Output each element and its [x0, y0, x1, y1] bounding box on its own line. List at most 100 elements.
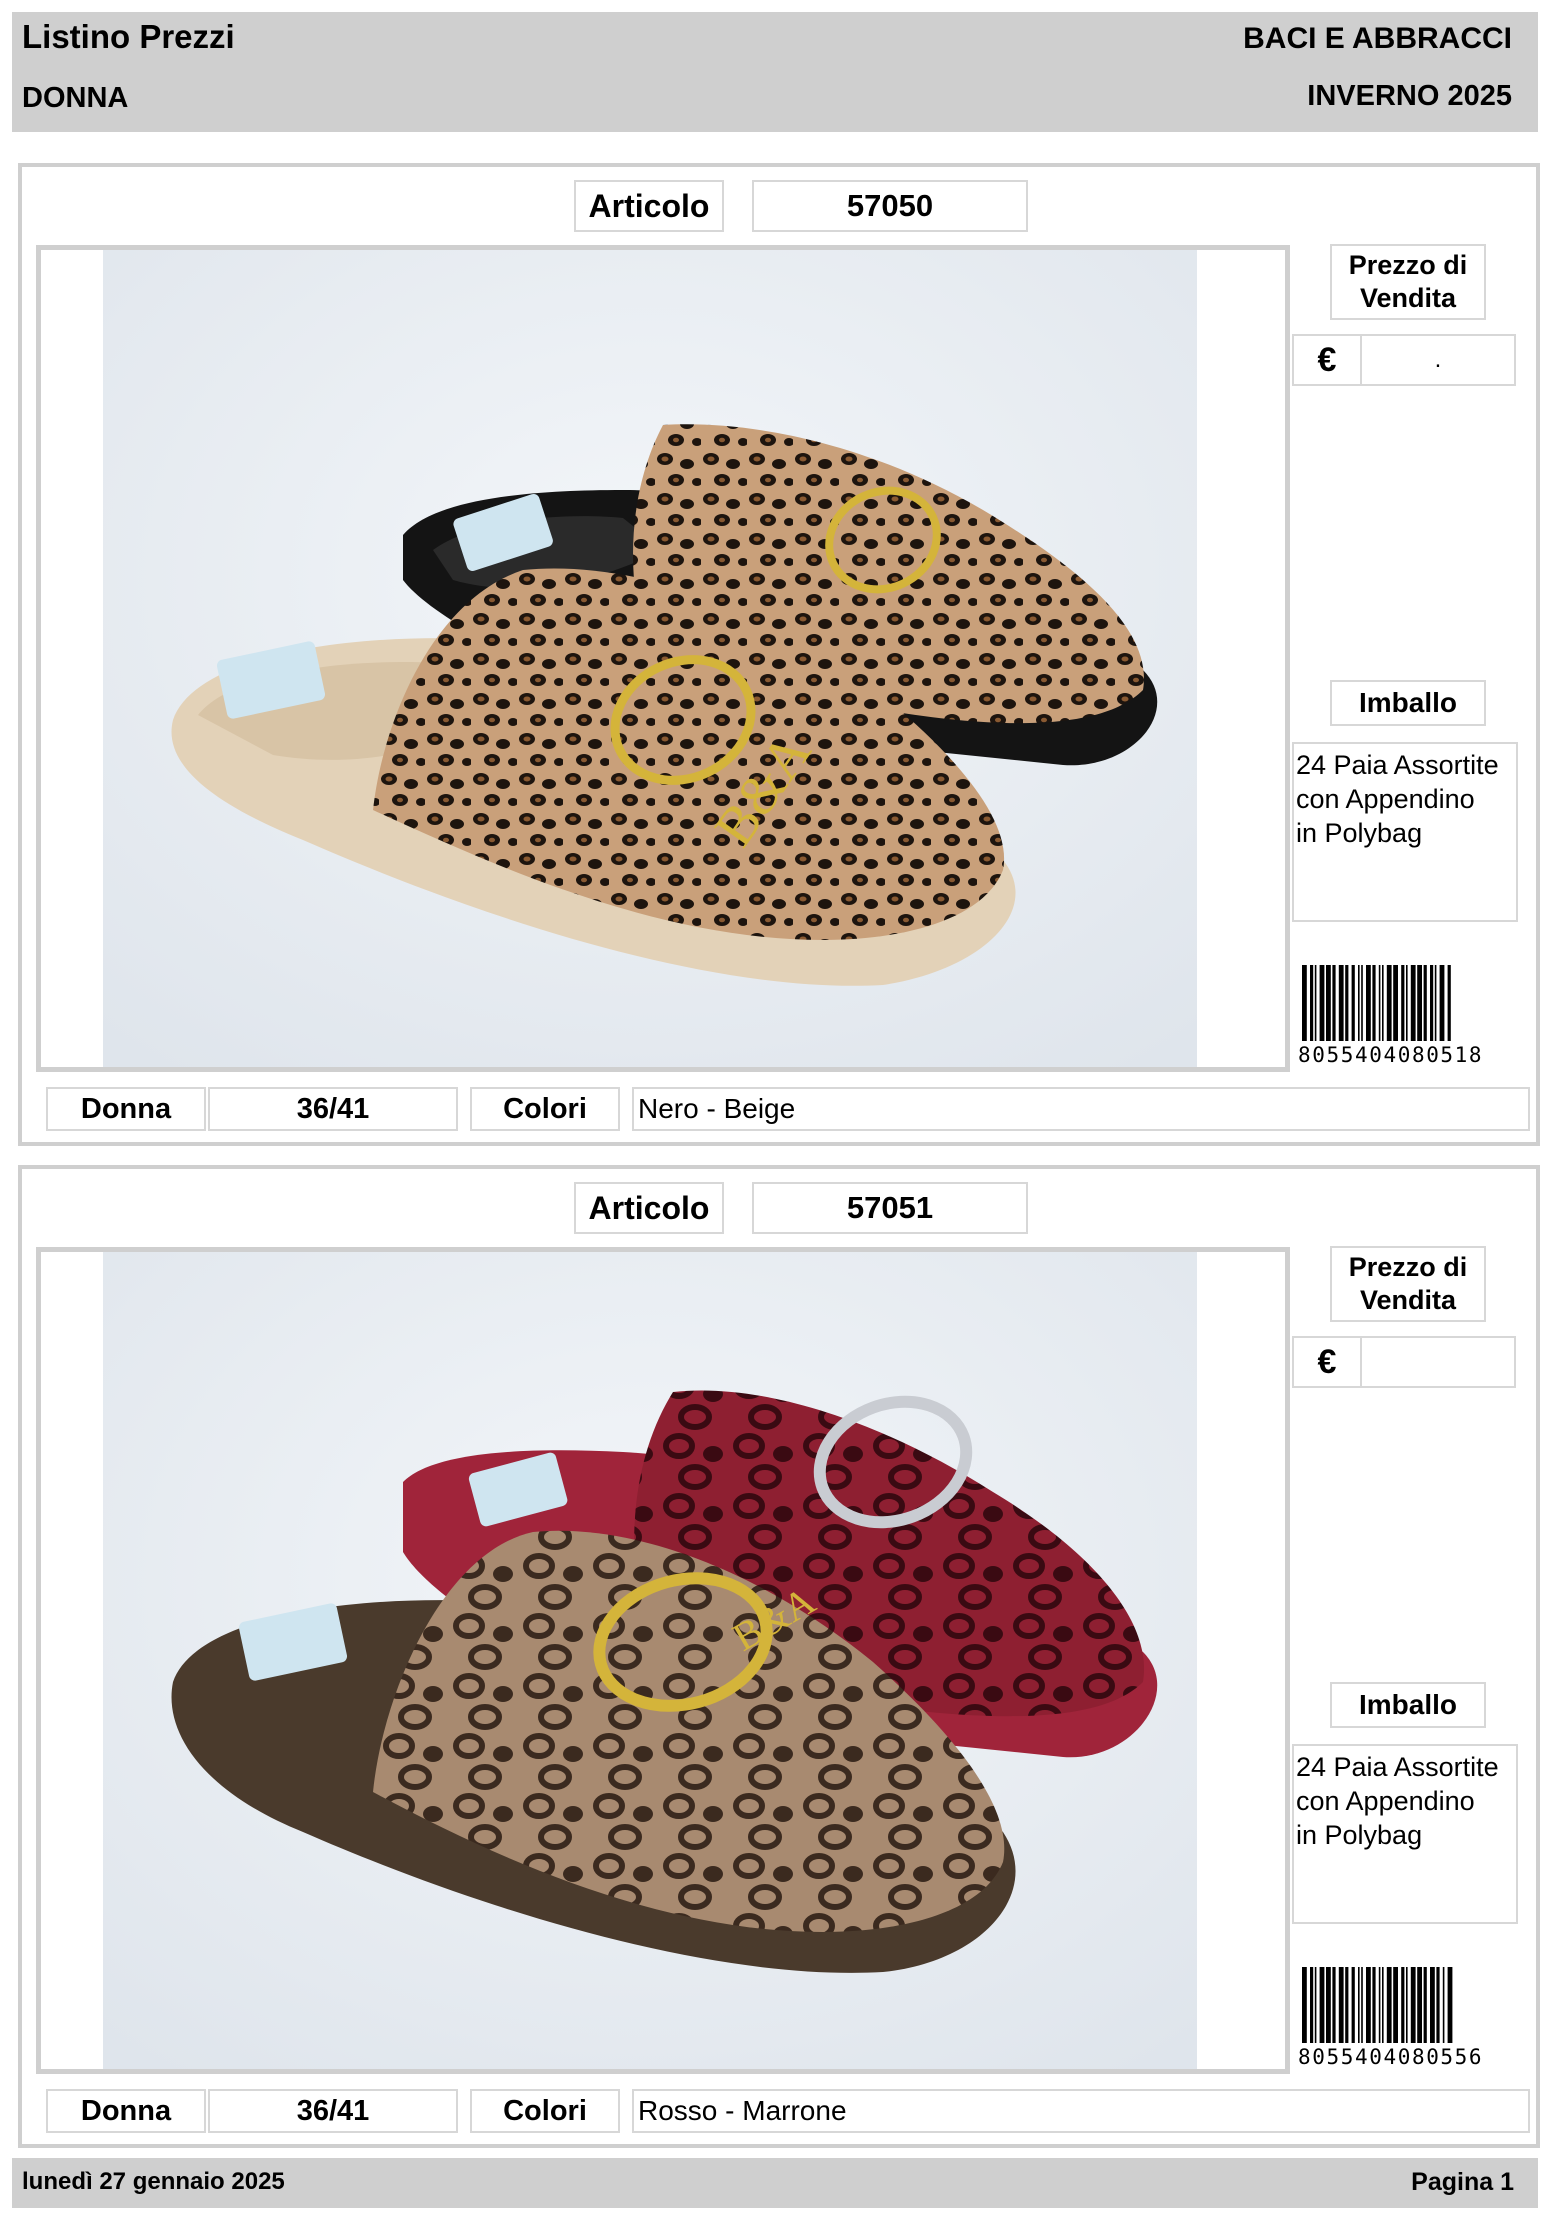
barcode-bar	[1314, 965, 1317, 1041]
product-card: Articolo 57051 B&A Prezzo di Vendita € I…	[18, 1165, 1540, 2148]
barcode-bar	[1310, 1967, 1314, 2043]
barcode-bar	[1310, 965, 1314, 1041]
product-photo: B&A	[36, 245, 1290, 1072]
page-title: Listino Prezzi	[22, 18, 235, 55]
packaging-line: in Polybag	[1296, 818, 1423, 848]
article-label: Articolo	[574, 1182, 724, 1234]
barcode-bar	[1410, 1967, 1416, 2043]
barcode-bar	[1338, 965, 1344, 1041]
barcode-bars	[1302, 1967, 1453, 2043]
barcode-bar	[1386, 1967, 1392, 2043]
barcode-bar	[1393, 1967, 1398, 2043]
barcode-bar	[1434, 965, 1437, 1041]
price-value	[1360, 1336, 1516, 1388]
barcode-bar	[1358, 1967, 1360, 2043]
colors-value: Nero - Beige	[632, 1087, 1530, 1131]
barcode-bar	[1338, 1967, 1344, 2043]
gender-label: Donna	[46, 1087, 206, 1131]
barcode-bar	[1401, 965, 1405, 1041]
barcode-bar	[1447, 965, 1451, 1041]
barcode-bar	[1382, 1967, 1384, 2043]
packaging-text: 24 Paia Assortite con Appendino in Polyb…	[1292, 742, 1518, 922]
barcode-bar	[1430, 1967, 1435, 2043]
colors-label: Colori	[470, 1087, 620, 1131]
barcode-bar	[1401, 1967, 1405, 2043]
colors-label: Colori	[470, 2089, 620, 2133]
barcode-bar	[1423, 1967, 1427, 2043]
size-range: 36/41	[208, 1087, 458, 1131]
barcode-bar	[1302, 965, 1307, 1041]
article-code: 57051	[752, 1182, 1028, 1234]
barcode-bar	[1393, 965, 1398, 1041]
barcode-bar	[1358, 965, 1360, 1041]
barcode-bar	[1378, 1967, 1381, 2043]
barcode-bar	[1382, 965, 1384, 1041]
barcode-bar	[1410, 965, 1416, 1041]
barcode-bar	[1332, 1967, 1336, 2043]
barcode: 8055404080556	[1298, 1967, 1520, 2069]
page-footer: lunedì 27 gennaio 2025 Pagina 1	[12, 2158, 1538, 2208]
barcode-bar	[1372, 965, 1376, 1041]
barcode-bar	[1351, 965, 1355, 1041]
barcode-bar	[1436, 1967, 1440, 2043]
barcode-bar	[1326, 965, 1331, 1041]
barcode-bar	[1417, 965, 1422, 1041]
currency-symbol: €	[1292, 334, 1362, 386]
packaging-label: Imballo	[1330, 680, 1486, 726]
packaging-label: Imballo	[1330, 1682, 1486, 1728]
barcode-bar	[1345, 965, 1349, 1041]
barcode-bar	[1326, 1967, 1331, 2043]
barcode-bars	[1302, 965, 1451, 1041]
barcode-bar	[1366, 1967, 1371, 2043]
barcode-number: 8055404080556	[1298, 2045, 1484, 2069]
packaging-text: 24 Paia Assortite con Appendino in Polyb…	[1292, 1744, 1518, 1924]
price-label-line1: Prezzo di	[1348, 250, 1468, 280]
packaging-line: 24 Paia Assortite	[1296, 750, 1499, 780]
season-label: INVERNO 2025	[1307, 80, 1512, 112]
packaging-line: in Polybag	[1296, 1820, 1423, 1850]
brand-name: BACI E ABBRACCI	[1243, 22, 1512, 55]
price-label: Prezzo di Vendita	[1330, 1246, 1486, 1322]
barcode-bar	[1406, 1967, 1408, 2043]
barcode: 8055404080518	[1298, 965, 1520, 1067]
article-label: Articolo	[574, 180, 724, 232]
barcode-bar	[1302, 1967, 1307, 2043]
barcode-bar	[1447, 1967, 1453, 2043]
price-label-line1: Prezzo di	[1348, 1252, 1468, 1282]
product-photo: B&A	[36, 1247, 1290, 2074]
barcode-bar	[1314, 1967, 1317, 2043]
packaging-line: con Appendino	[1296, 1786, 1475, 1816]
page-header: Listino Prezzi DONNA BACI E ABBRACCI INV…	[12, 12, 1538, 132]
barcode-bar	[1351, 1967, 1355, 2043]
barcode-bar	[1319, 965, 1325, 1041]
barcode-bar	[1378, 965, 1381, 1041]
barcode-bar	[1366, 965, 1371, 1041]
product-card: Articolo 57050 B&A Prezzo di Vendita € .…	[18, 163, 1540, 1146]
print-date: lunedì 27 gennaio 2025	[22, 2168, 285, 2195]
barcode-bar	[1386, 965, 1392, 1041]
barcode-bar	[1361, 1967, 1363, 2043]
barcode-bar	[1332, 965, 1336, 1041]
colors-value: Rosso - Marrone	[632, 2089, 1530, 2133]
packaging-line: con Appendino	[1296, 784, 1475, 814]
category-label: DONNA	[22, 82, 129, 114]
currency-symbol: €	[1292, 1336, 1362, 1388]
barcode-bar	[1345, 1967, 1349, 2043]
price-label-line2: Vendita	[1359, 283, 1457, 313]
barcode-bar	[1442, 1967, 1445, 2043]
packaging-line: 24 Paia Assortite	[1296, 1752, 1499, 1782]
barcode-bar	[1439, 965, 1445, 1041]
barcode-bar	[1406, 965, 1408, 1041]
size-range: 36/41	[208, 2089, 458, 2133]
price-label-line2: Vendita	[1359, 1285, 1457, 1315]
price-value: .	[1360, 334, 1516, 386]
page-number: Pagina 1	[1411, 2168, 1514, 2196]
barcode-bar	[1361, 965, 1363, 1041]
barcode-bar	[1319, 1967, 1325, 2043]
barcode-number: 8055404080518	[1298, 1043, 1484, 1067]
slippers-image: B&A	[103, 1252, 1197, 2069]
barcode-bar	[1417, 1967, 1422, 2043]
barcode-bar	[1423, 965, 1427, 1041]
barcode-bar	[1430, 965, 1434, 1041]
gender-label: Donna	[46, 2089, 206, 2133]
